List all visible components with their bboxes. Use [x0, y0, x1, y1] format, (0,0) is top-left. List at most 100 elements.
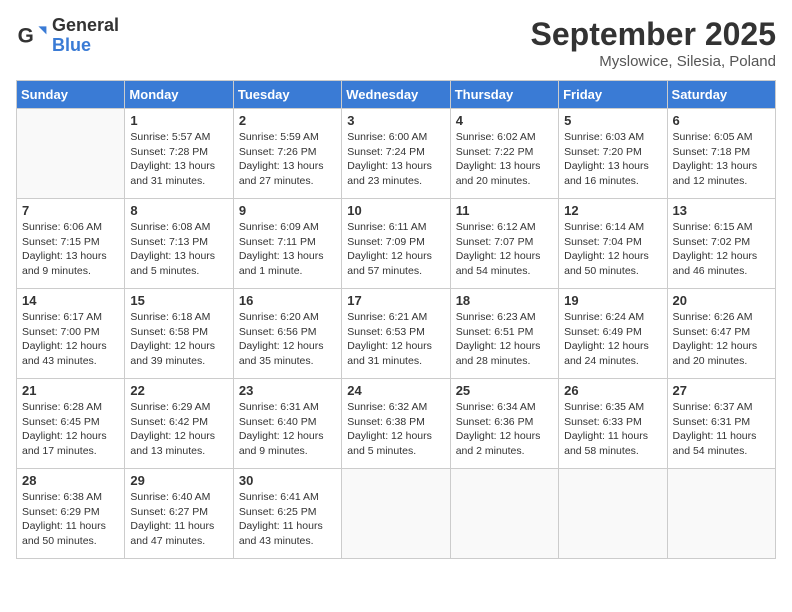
- day-number: 10: [347, 203, 444, 218]
- header-row: SundayMondayTuesdayWednesdayThursdayFrid…: [17, 81, 776, 109]
- calendar-cell: 25 Sunrise: 6:34 AM Sunset: 6:36 PM Dayli…: [450, 379, 558, 469]
- calendar-table: SundayMondayTuesdayWednesdayThursdayFrid…: [16, 80, 776, 559]
- calendar-cell: 28 Sunrise: 6:38 AM Sunset: 6:29 PM Dayli…: [17, 469, 125, 559]
- weekday-header: Saturday: [667, 81, 775, 109]
- calendar-cell: 19 Sunrise: 6:24 AM Sunset: 6:49 PM Dayli…: [559, 289, 667, 379]
- day-number: 8: [130, 203, 227, 218]
- calendar-cell: 2Sunrise: 5:59 AM Sunset: 7:26 PM Daylig…: [233, 109, 341, 199]
- calendar-cell: 10 Sunrise: 6:11 AM Sunset: 7:09 PM Dayli…: [342, 199, 450, 289]
- day-info: Sunrise: 6:17 AM Sunset: 7:00 PM Dayligh…: [22, 310, 119, 369]
- day-number: 18: [456, 293, 553, 308]
- day-info: Sunrise: 6:38 AM Sunset: 6:29 PM Dayligh…: [22, 490, 119, 549]
- calendar-cell: 4Sunrise: 6:02 AM Sunset: 7:22 PM Daylig…: [450, 109, 558, 199]
- day-info: Sunrise: 6:06 AM Sunset: 7:15 PM Dayligh…: [22, 220, 119, 279]
- day-info: Sunrise: 6:41 AM Sunset: 6:25 PM Dayligh…: [239, 490, 336, 549]
- day-number: 6: [673, 113, 770, 128]
- calendar-cell: 24 Sunrise: 6:32 AM Sunset: 6:38 PM Dayli…: [342, 379, 450, 469]
- day-number: 1: [130, 113, 227, 128]
- day-number: 23: [239, 383, 336, 398]
- calendar-cell: 8 Sunrise: 6:08 AM Sunset: 7:13 PM Daylig…: [125, 199, 233, 289]
- day-info: Sunrise: 6:08 AM Sunset: 7:13 PM Dayligh…: [130, 220, 227, 279]
- calendar-cell: [17, 109, 125, 199]
- day-info: Sunrise: 6:11 AM Sunset: 7:09 PM Dayligh…: [347, 220, 444, 279]
- weekday-header: Tuesday: [233, 81, 341, 109]
- page-header: G General Blue September 2025 Myslowice,…: [16, 16, 776, 70]
- day-number: 13: [673, 203, 770, 218]
- day-number: 30: [239, 473, 336, 488]
- day-info: Sunrise: 6:18 AM Sunset: 6:58 PM Dayligh…: [130, 310, 227, 369]
- day-info: Sunrise: 6:24 AM Sunset: 6:49 PM Dayligh…: [564, 310, 661, 369]
- calendar-cell: 15 Sunrise: 6:18 AM Sunset: 6:58 PM Dayli…: [125, 289, 233, 379]
- day-number: 29: [130, 473, 227, 488]
- calendar-cell: 7Sunrise: 6:06 AM Sunset: 7:15 PM Daylig…: [17, 199, 125, 289]
- calendar-week-row: 28 Sunrise: 6:38 AM Sunset: 6:29 PM Dayli…: [17, 469, 776, 559]
- day-info: Sunrise: 6:12 AM Sunset: 7:07 PM Dayligh…: [456, 220, 553, 279]
- calendar-cell: 18 Sunrise: 6:23 AM Sunset: 6:51 PM Dayli…: [450, 289, 558, 379]
- calendar-week-row: 1 Sunrise: 5:57 AM Sunset: 7:28 PM Daylig…: [17, 109, 776, 199]
- calendar-cell: 1 Sunrise: 5:57 AM Sunset: 7:28 PM Daylig…: [125, 109, 233, 199]
- weekday-header: Wednesday: [342, 81, 450, 109]
- svg-text:G: G: [18, 24, 34, 47]
- day-info: Sunrise: 6:21 AM Sunset: 6:53 PM Dayligh…: [347, 310, 444, 369]
- day-info: Sunrise: 6:03 AM Sunset: 7:20 PM Dayligh…: [564, 130, 661, 189]
- calendar-cell: 14Sunrise: 6:17 AM Sunset: 7:00 PM Dayli…: [17, 289, 125, 379]
- day-number: 21: [22, 383, 119, 398]
- calendar-cell: 27 Sunrise: 6:37 AM Sunset: 6:31 PM Dayli…: [667, 379, 775, 469]
- calendar-cell: 9 Sunrise: 6:09 AM Sunset: 7:11 PM Daylig…: [233, 199, 341, 289]
- day-number: 3: [347, 113, 444, 128]
- day-info: Sunrise: 6:37 AM Sunset: 6:31 PM Dayligh…: [673, 400, 770, 459]
- day-number: 17: [347, 293, 444, 308]
- day-info: Sunrise: 6:23 AM Sunset: 6:51 PM Dayligh…: [456, 310, 553, 369]
- day-info: Sunrise: 6:02 AM Sunset: 7:22 PM Dayligh…: [456, 130, 553, 189]
- day-number: 24: [347, 383, 444, 398]
- weekday-header: Sunday: [17, 81, 125, 109]
- weekday-header: Thursday: [450, 81, 558, 109]
- day-number: 11: [456, 203, 553, 218]
- calendar-cell: [667, 469, 775, 559]
- calendar-cell: 13Sunrise: 6:15 AM Sunset: 7:02 PM Dayli…: [667, 199, 775, 289]
- logo-general-text: General: [52, 16, 119, 36]
- month-title: September 2025: [531, 16, 776, 53]
- calendar-cell: 22 Sunrise: 6:29 AM Sunset: 6:42 PM Dayli…: [125, 379, 233, 469]
- day-number: 15: [130, 293, 227, 308]
- logo-blue-text: Blue: [52, 36, 119, 56]
- day-number: 9: [239, 203, 336, 218]
- weekday-header: Monday: [125, 81, 233, 109]
- calendar-cell: [450, 469, 558, 559]
- day-number: 22: [130, 383, 227, 398]
- calendar-cell: 30 Sunrise: 6:41 AM Sunset: 6:25 PM Dayli…: [233, 469, 341, 559]
- day-number: 20: [673, 293, 770, 308]
- day-info: Sunrise: 6:40 AM Sunset: 6:27 PM Dayligh…: [130, 490, 227, 549]
- logo: G General Blue: [16, 16, 119, 56]
- calendar-cell: 20 Sunrise: 6:26 AM Sunset: 6:47 PM Dayli…: [667, 289, 775, 379]
- calendar-cell: 29 Sunrise: 6:40 AM Sunset: 6:27 PM Dayli…: [125, 469, 233, 559]
- title-block: September 2025 Myslowice, Silesia, Polan…: [531, 16, 776, 70]
- day-info: Sunrise: 6:34 AM Sunset: 6:36 PM Dayligh…: [456, 400, 553, 459]
- weekday-header: Friday: [559, 81, 667, 109]
- day-number: 19: [564, 293, 661, 308]
- day-number: 28: [22, 473, 119, 488]
- calendar-week-row: 21 Sunrise: 6:28 AM Sunset: 6:45 PM Dayli…: [17, 379, 776, 469]
- calendar-week-row: 7Sunrise: 6:06 AM Sunset: 7:15 PM Daylig…: [17, 199, 776, 289]
- day-info: Sunrise: 6:26 AM Sunset: 6:47 PM Dayligh…: [673, 310, 770, 369]
- day-info: Sunrise: 5:57 AM Sunset: 7:28 PM Dayligh…: [130, 130, 227, 189]
- calendar-cell: 21 Sunrise: 6:28 AM Sunset: 6:45 PM Dayli…: [17, 379, 125, 469]
- day-number: 27: [673, 383, 770, 398]
- day-info: Sunrise: 6:20 AM Sunset: 6:56 PM Dayligh…: [239, 310, 336, 369]
- calendar-cell: 11 Sunrise: 6:12 AM Sunset: 7:07 PM Dayli…: [450, 199, 558, 289]
- day-info: Sunrise: 6:35 AM Sunset: 6:33 PM Dayligh…: [564, 400, 661, 459]
- day-info: Sunrise: 6:29 AM Sunset: 6:42 PM Dayligh…: [130, 400, 227, 459]
- day-info: Sunrise: 6:32 AM Sunset: 6:38 PM Dayligh…: [347, 400, 444, 459]
- day-info: Sunrise: 6:09 AM Sunset: 7:11 PM Dayligh…: [239, 220, 336, 279]
- day-info: Sunrise: 6:31 AM Sunset: 6:40 PM Dayligh…: [239, 400, 336, 459]
- calendar-cell: 6Sunrise: 6:05 AM Sunset: 7:18 PM Daylig…: [667, 109, 775, 199]
- location-text: Myslowice, Silesia, Poland: [531, 53, 776, 70]
- day-number: 26: [564, 383, 661, 398]
- day-info: Sunrise: 6:14 AM Sunset: 7:04 PM Dayligh…: [564, 220, 661, 279]
- calendar-cell: 26 Sunrise: 6:35 AM Sunset: 6:33 PM Dayli…: [559, 379, 667, 469]
- calendar-cell: 5Sunrise: 6:03 AM Sunset: 7:20 PM Daylig…: [559, 109, 667, 199]
- day-number: 25: [456, 383, 553, 398]
- day-info: Sunrise: 6:28 AM Sunset: 6:45 PM Dayligh…: [22, 400, 119, 459]
- calendar-cell: 3Sunrise: 6:00 AM Sunset: 7:24 PM Daylig…: [342, 109, 450, 199]
- day-number: 16: [239, 293, 336, 308]
